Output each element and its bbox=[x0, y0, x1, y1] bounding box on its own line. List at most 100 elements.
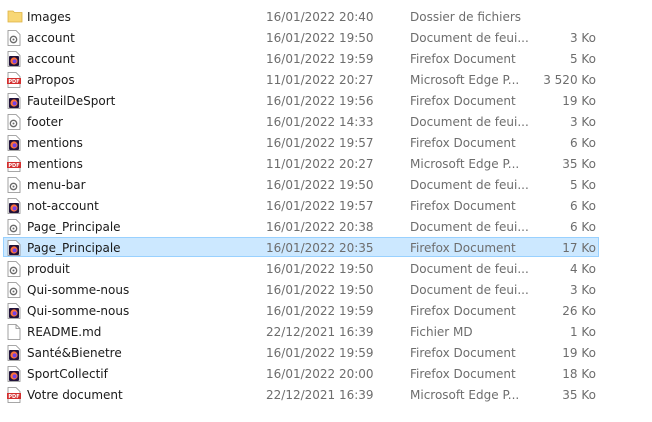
file-name: SportCollectif bbox=[27, 367, 108, 381]
firefox-html-icon bbox=[7, 240, 21, 256]
file-size: 17 Ko bbox=[562, 241, 596, 255]
file-name: Santé&Bienetre bbox=[27, 346, 122, 360]
file-row[interactable]: produit 16/01/2022 19:50 Document de feui.… bbox=[0, 258, 652, 279]
file-type: Firefox Document bbox=[410, 52, 516, 66]
file-size: 5 Ko bbox=[569, 178, 596, 192]
file-row[interactable]: not-account 16/01/2022 19:57 Firefox Docum… bbox=[0, 195, 652, 216]
file-type: Document de feui... bbox=[410, 178, 529, 192]
firefox-html-icon bbox=[7, 93, 21, 109]
css-file-icon bbox=[7, 261, 21, 277]
file-type: Document de feui... bbox=[410, 283, 529, 297]
file-date: 16/01/2022 19:59 bbox=[266, 52, 374, 66]
file-type: Fichier MD bbox=[410, 325, 473, 339]
file-size: 26 Ko bbox=[562, 304, 596, 318]
file-date: 16/01/2022 20:35 bbox=[266, 241, 374, 255]
svg-text:PDF: PDF bbox=[8, 394, 19, 400]
file-row[interactable]: PDF aPropos 11/01/2022 20:27 Microsoft Edge… bbox=[0, 69, 652, 90]
file-date: 16/01/2022 19:59 bbox=[266, 346, 374, 360]
file-size: 35 Ko bbox=[562, 157, 596, 171]
file-size: 3 520 Ko bbox=[543, 73, 596, 87]
file-type: Microsoft Edge P... bbox=[410, 388, 520, 402]
file-date: 16/01/2022 19:56 bbox=[266, 94, 374, 108]
svg-text:PDF: PDF bbox=[8, 79, 19, 85]
file-type: Firefox Document bbox=[410, 346, 516, 360]
file-size: 4 Ko bbox=[569, 262, 596, 276]
file-date: 16/01/2022 19:57 bbox=[266, 199, 374, 213]
css-file-icon bbox=[7, 114, 21, 130]
file-name: Votre document bbox=[27, 388, 123, 402]
file-date: 16/01/2022 19:50 bbox=[266, 262, 374, 276]
file-date: 16/01/2022 19:50 bbox=[266, 178, 374, 192]
text-file-icon bbox=[7, 324, 21, 340]
file-date: 16/01/2022 19:59 bbox=[266, 304, 374, 318]
file-row[interactable]: Santé&Bienetre 16/01/2022 19:59 Firefox Do… bbox=[0, 342, 652, 363]
file-size: 3 Ko bbox=[569, 115, 596, 129]
file-size: 18 Ko bbox=[562, 367, 596, 381]
file-type: Dossier de fichiers bbox=[410, 10, 522, 24]
firefox-html-icon bbox=[7, 366, 21, 382]
file-type: Microsoft Edge P... bbox=[410, 73, 520, 87]
file-name: FauteilDeSport bbox=[27, 94, 116, 108]
file-row[interactable]: account 16/01/2022 19:50 Document de feui.… bbox=[0, 27, 652, 48]
file-size: 1 Ko bbox=[569, 325, 596, 339]
file-list: Images 16/01/2022 20:40 Dossier de fichier… bbox=[0, 6, 652, 405]
file-row[interactable]: Page_Principale 16/01/2022 20:38 Document … bbox=[0, 216, 652, 237]
firefox-html-icon bbox=[7, 135, 21, 151]
firefox-html-icon bbox=[7, 198, 21, 214]
file-row[interactable]: mentions 16/01/2022 19:57 Firefox Document… bbox=[0, 132, 652, 153]
file-row[interactable]: FauteilDeSport 16/01/2022 19:56 Firefox Do… bbox=[0, 90, 652, 111]
file-row[interactable]: menu-bar 16/01/2022 19:50 Document de feui… bbox=[0, 174, 652, 195]
file-name: aPropos bbox=[27, 73, 75, 87]
file-name: Images bbox=[27, 10, 71, 24]
file-row[interactable]: Qui-somme-nous 16/01/2022 19:59 Firefox Do… bbox=[0, 300, 652, 321]
file-date: 16/01/2022 20:00 bbox=[266, 367, 374, 381]
file-size: 6 Ko bbox=[569, 199, 596, 213]
file-type: Document de feui... bbox=[410, 262, 529, 276]
file-name: not-account bbox=[27, 199, 99, 213]
file-date: 11/01/2022 20:27 bbox=[266, 73, 374, 87]
file-size: 5 Ko bbox=[569, 52, 596, 66]
file-row[interactable]: footer 16/01/2022 14:33 Document de feui..… bbox=[0, 111, 652, 132]
file-type: Firefox Document bbox=[410, 241, 516, 255]
file-date: 22/12/2021 16:39 bbox=[266, 388, 374, 402]
file-date: 16/01/2022 19:57 bbox=[266, 136, 374, 150]
file-date: 11/01/2022 20:27 bbox=[266, 157, 374, 171]
folder-icon bbox=[7, 9, 23, 25]
css-file-icon bbox=[7, 219, 21, 235]
file-date: 16/01/2022 19:50 bbox=[266, 283, 374, 297]
file-size: 35 Ko bbox=[562, 388, 596, 402]
file-size: 3 Ko bbox=[569, 283, 596, 297]
file-size: 6 Ko bbox=[569, 220, 596, 234]
file-date: 16/01/2022 20:38 bbox=[266, 220, 374, 234]
pdf-icon: PDF bbox=[7, 156, 21, 172]
file-row[interactable]: Qui-somme-nous 16/01/2022 19:50 Document d… bbox=[0, 279, 652, 300]
file-type: Document de feui... bbox=[410, 115, 529, 129]
firefox-html-icon bbox=[7, 345, 21, 361]
firefox-html-icon bbox=[7, 51, 21, 67]
file-type: Firefox Document bbox=[410, 94, 516, 108]
file-date: 16/01/2022 20:40 bbox=[266, 10, 374, 24]
file-row[interactable]: Images 16/01/2022 20:40 Dossier de fichier… bbox=[0, 6, 652, 27]
file-name: mentions bbox=[27, 136, 83, 150]
file-name: Qui-somme-nous bbox=[27, 283, 130, 297]
file-row[interactable]: PDF Votre document 22/12/2021 16:39 Microso… bbox=[0, 384, 652, 405]
file-type: Microsoft Edge P... bbox=[410, 157, 520, 171]
file-row[interactable]: README.md 22/12/2021 16:39 Fichier MD 1 Ko bbox=[0, 321, 652, 342]
file-row[interactable]: account 16/01/2022 19:59 Firefox Document 5… bbox=[0, 48, 652, 69]
file-size: 6 Ko bbox=[569, 136, 596, 150]
file-name: Page_Principale bbox=[27, 220, 121, 234]
file-name: footer bbox=[27, 115, 63, 129]
pdf-icon: PDF bbox=[7, 387, 21, 403]
svg-text:PDF: PDF bbox=[8, 163, 19, 169]
pdf-icon: PDF bbox=[7, 72, 21, 88]
css-file-icon bbox=[7, 282, 21, 298]
file-name: README.md bbox=[27, 325, 102, 339]
file-size: 3 Ko bbox=[569, 31, 596, 45]
file-name: mentions bbox=[27, 157, 83, 171]
file-type: Document de feui... bbox=[410, 220, 529, 234]
file-row[interactable]: SportCollectif 16/01/2022 20:00 Firefox Do… bbox=[0, 363, 652, 384]
file-type: Firefox Document bbox=[410, 136, 516, 150]
file-row[interactable]: Page_Principale 16/01/2022 20:35 Firefox D… bbox=[0, 237, 652, 258]
file-type: Firefox Document bbox=[410, 304, 516, 318]
file-row[interactable]: PDF mentions 11/01/2022 20:27 Microsoft Edg… bbox=[0, 153, 652, 174]
